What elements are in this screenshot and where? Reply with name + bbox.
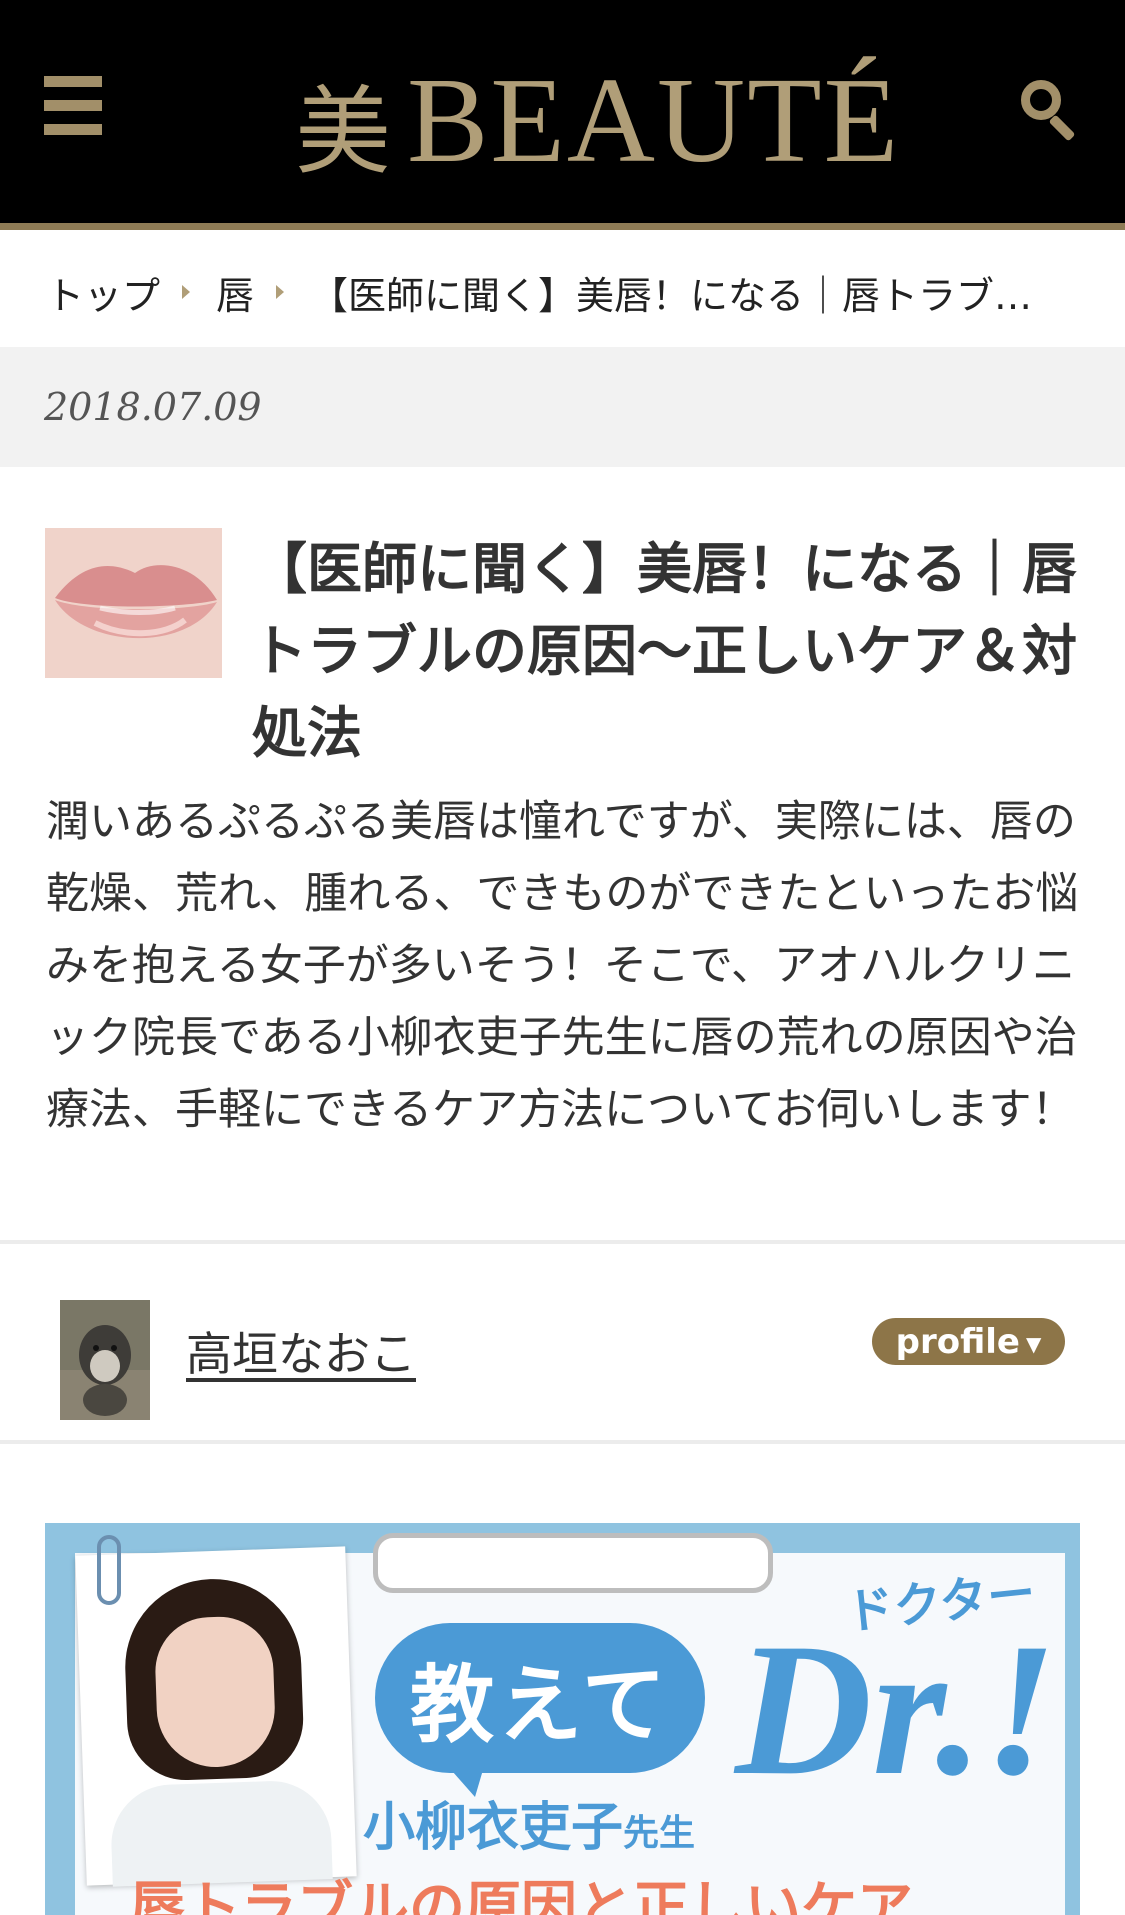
profile-button[interactable]: profile ▼ bbox=[872, 1318, 1065, 1365]
search-icon[interactable] bbox=[1017, 76, 1083, 142]
site-logo[interactable]: 美 BEAUTÉ bbox=[295, 38, 898, 189]
author-avatar[interactable] bbox=[60, 1300, 150, 1420]
doctor-name-text: 小柳衣吏子 bbox=[363, 1798, 624, 1858]
banner-subtitle: 唇トラブルの原因と正しいケア bbox=[129, 1876, 913, 1915]
header-divider bbox=[0, 223, 1125, 230]
breadcrumb-top[interactable]: トップ bbox=[46, 265, 160, 320]
site-header: 美 BEAUTÉ bbox=[0, 0, 1125, 230]
breadcrumb-lips[interactable]: 唇 bbox=[216, 265, 254, 320]
article-hero-banner: 教えて ドクター Dr.! 小柳衣吏子先生 唇トラブルの原因と正しいケア bbox=[45, 1523, 1080, 1915]
dr-text: Dr.! bbox=[735, 1605, 1058, 1815]
logo-latin: BEAUTÉ bbox=[407, 53, 901, 188]
doctor-suffix: 先生 bbox=[623, 1813, 696, 1854]
speech-bubble: 教えて bbox=[375, 1623, 705, 1797]
article-thumbnail bbox=[45, 528, 222, 678]
section-divider bbox=[0, 1240, 1125, 1244]
date-band: 2018.07.09 bbox=[0, 347, 1125, 467]
breadcrumb: トップ 唇 【医師に聞く】美唇！になる｜唇トラブ… bbox=[0, 237, 1125, 347]
breadcrumb-current: 【医師に聞く】美唇！になる｜唇トラブ… bbox=[310, 273, 1033, 318]
doctor-name: 小柳衣吏子先生 bbox=[363, 1785, 695, 1860]
dog-avatar-image bbox=[60, 1300, 150, 1420]
logo-kanji: 美 bbox=[295, 76, 391, 188]
article-lead: 潤いあるぷるぷる美唇は憧れですが、実際には、唇の乾燥、荒れ、腫れる、できものがで… bbox=[46, 797, 1079, 1135]
author-name-link[interactable]: 高垣なおこ bbox=[186, 1318, 416, 1384]
bubble-text: 教えて bbox=[410, 1655, 670, 1754]
hamburger-menu-icon[interactable] bbox=[42, 72, 108, 138]
breadcrumb-arrow-icon bbox=[182, 285, 191, 299]
clipboard-clip-icon bbox=[373, 1533, 773, 1593]
paperclip-icon bbox=[97, 1535, 121, 1605]
section-divider bbox=[0, 1440, 1125, 1444]
breadcrumb-arrow-icon bbox=[276, 285, 285, 299]
profile-label: profile bbox=[895, 1321, 1020, 1362]
article-title: 【医師に聞く】美唇！になる｜唇トラブルの原因〜正しいケア＆対処法 bbox=[252, 537, 1078, 765]
caret-down-icon: ▼ bbox=[1026, 1331, 1042, 1356]
lips-image bbox=[45, 528, 222, 678]
article-date: 2018.07.09 bbox=[44, 385, 262, 429]
